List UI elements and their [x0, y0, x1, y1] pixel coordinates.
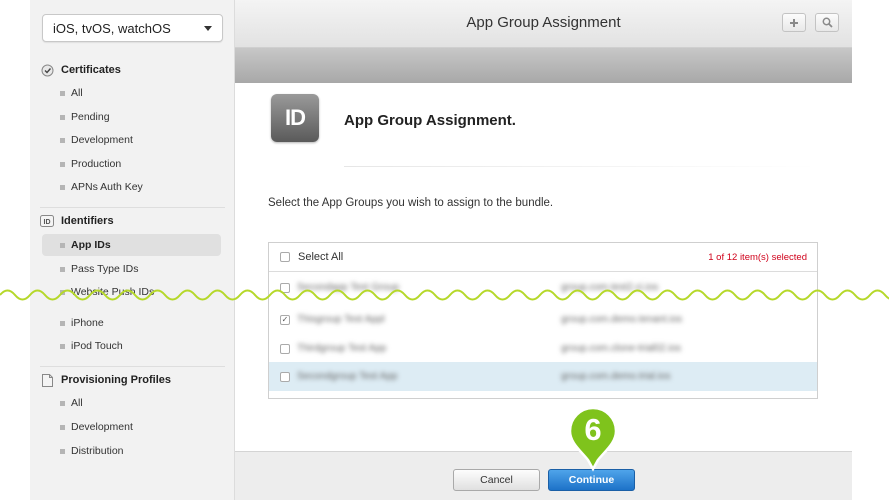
- footer-bar: [235, 451, 852, 500]
- sidebar-item-pass-type-ids[interactable]: Pass Type IDs: [42, 258, 221, 280]
- search-button[interactable]: [815, 13, 839, 32]
- sidebar-item-app-ids[interactable]: App IDs: [42, 234, 221, 256]
- sidebar-item-label: Production: [71, 158, 122, 170]
- table-row[interactable]: Thirdgroup Test App group.com.clone-tria…: [269, 334, 817, 363]
- bullet-icon: [60, 343, 65, 349]
- section-certificates: Certificates: [40, 60, 225, 80]
- row-checkbox[interactable]: ✓: [280, 314, 290, 325]
- sidebar-item-label: iPod Touch: [71, 340, 123, 352]
- sidebar-divider: [40, 366, 225, 367]
- bullet-icon: [60, 400, 65, 406]
- row-checkbox[interactable]: [280, 343, 290, 354]
- sidebar: iOS, tvOS, watchOS Certificates All Pend…: [30, 0, 235, 500]
- select-all-label: Select All: [298, 251, 344, 263]
- bullet-icon: [60, 90, 65, 96]
- instruction-text: Select the App Groups you wish to assign…: [268, 197, 554, 209]
- search-icon: [822, 15, 833, 31]
- continue-button[interactable]: Continue: [548, 469, 635, 491]
- sidebar-item-production[interactable]: Production: [42, 153, 221, 175]
- group-name: Secondgroup Test App: [297, 371, 398, 382]
- group-name: Thirdgroup Test App: [297, 343, 387, 354]
- table-row[interactable]: ✓ Thisgroup Test Appl group.com.demo.ten…: [269, 305, 817, 334]
- cancel-button[interactable]: Cancel: [453, 469, 540, 491]
- bullet-icon: [60, 114, 65, 120]
- sidebar-item-apns-auth-key[interactable]: APNs Auth Key: [42, 176, 221, 198]
- sidebar-item-label: Pending: [71, 111, 110, 123]
- app-id-icon-text: ID: [285, 105, 306, 130]
- svg-text:ID: ID: [44, 219, 51, 226]
- group-identifier: group.com.demo.tenant.ios: [561, 314, 683, 325]
- sidebar-item-label: Pass Type IDs: [71, 263, 139, 275]
- cut-line-wave: [0, 289, 889, 301]
- bullet-icon: [60, 448, 65, 454]
- bullet-icon: [60, 424, 65, 430]
- sidebar-item-profiles-all[interactable]: All: [42, 392, 221, 414]
- sidebar-item-certificates-all[interactable]: All: [42, 82, 221, 104]
- sidebar-item-label: All: [71, 397, 83, 409]
- section-title: Identifiers: [61, 215, 114, 227]
- bullet-icon: [60, 137, 65, 143]
- sidebar-item-label: App IDs: [71, 239, 111, 251]
- section-identifiers: ID Identifiers: [40, 211, 225, 231]
- id-badge-icon: ID: [40, 214, 54, 228]
- section-provisioning-profiles: Provisioning Profiles: [40, 370, 225, 390]
- bullet-icon: [60, 242, 65, 248]
- sidebar-item-iphone[interactable]: iPhone: [42, 312, 221, 334]
- certificate-icon: [40, 63, 54, 77]
- sidebar-item-label: All: [71, 87, 83, 99]
- table-header: Select All 1 of 12 item(s) selected: [269, 243, 817, 272]
- sidebar-item-label: APNs Auth Key: [71, 181, 143, 193]
- bullet-icon: [60, 266, 65, 272]
- add-button[interactable]: [782, 13, 806, 32]
- page-title: App Group Assignment: [466, 14, 621, 31]
- sidebar-divider: [40, 207, 225, 208]
- sidebar-item-label: Distribution: [71, 445, 124, 457]
- section-title: Provisioning Profiles: [61, 374, 172, 386]
- document-icon: [40, 373, 54, 387]
- select-all-checkbox[interactable]: [280, 252, 290, 262]
- sidebar-item-profiles-development[interactable]: Development: [42, 416, 221, 438]
- table-row[interactable]: Secondgroup Test App group.com.demo.tria…: [269, 362, 817, 391]
- selection-count: 1 of 12 item(s) selected: [708, 251, 807, 263]
- row-checkbox[interactable]: [280, 371, 290, 382]
- sidebar-item-pending[interactable]: Pending: [42, 106, 221, 128]
- platform-selector-label: iOS, tvOS, watchOS: [53, 20, 171, 36]
- bullet-icon: [60, 161, 65, 167]
- group-identifier: group.com.clone-trial02.ios: [561, 343, 682, 354]
- toolbar-strip: [235, 48, 852, 83]
- heading-divider: [344, 166, 817, 167]
- bullet-icon: [60, 184, 65, 190]
- sidebar-item-ipod-touch[interactable]: iPod Touch: [42, 335, 221, 357]
- group-name: Thisgroup Test Appl: [297, 314, 385, 325]
- app-groups-table: Select All 1 of 12 item(s) selected Seco…: [268, 242, 818, 399]
- section-heading: App Group Assignment.: [344, 112, 516, 129]
- bullet-icon: [60, 320, 65, 326]
- step-number: 6: [584, 412, 602, 447]
- group-identifier: group.com.demo.trial.ios: [561, 371, 671, 382]
- header-bar: App Group Assignment: [235, 0, 852, 48]
- sidebar-item-label: iPhone: [71, 317, 104, 329]
- platform-selector[interactable]: iOS, tvOS, watchOS: [42, 14, 223, 42]
- plus-icon: [789, 15, 799, 31]
- sidebar-item-profiles-distribution[interactable]: Distribution: [42, 440, 221, 462]
- chevron-down-icon: [204, 25, 212, 31]
- sidebar-item-label: Development: [71, 421, 133, 433]
- app-id-icon: ID: [271, 94, 319, 142]
- sidebar-item-development[interactable]: Development: [42, 129, 221, 151]
- step-marker: 6: [568, 406, 618, 472]
- section-title: Certificates: [61, 64, 121, 76]
- sidebar-item-label: Development: [71, 134, 133, 146]
